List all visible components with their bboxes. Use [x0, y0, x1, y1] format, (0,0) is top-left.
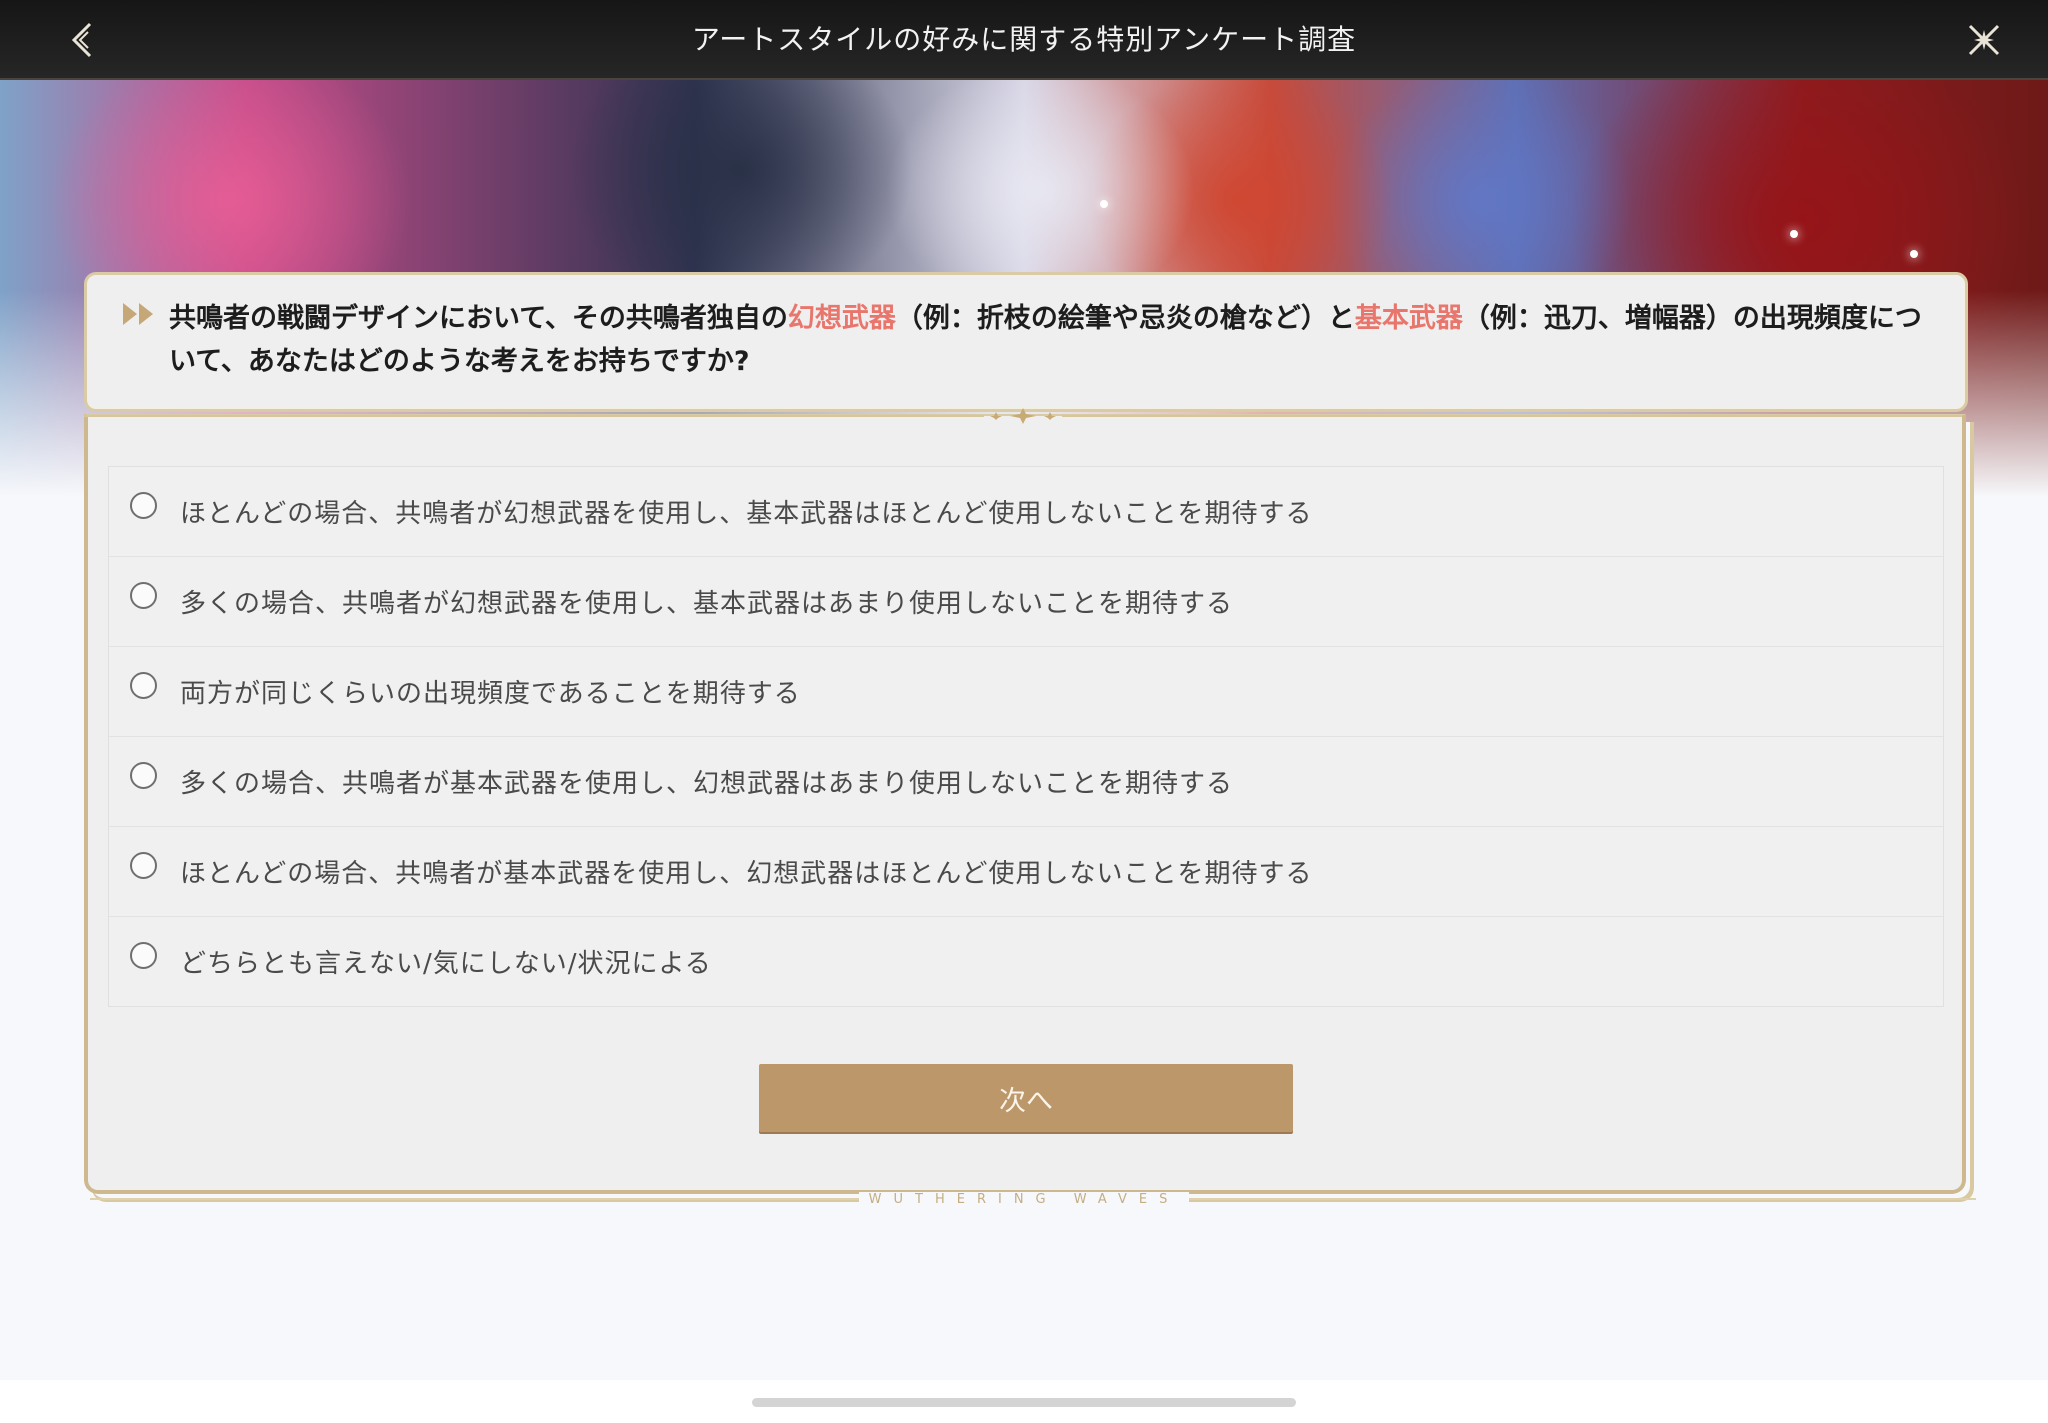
question-part: 共鳴者の戦闘デザインにおいて、その共鳴者独自の	[169, 303, 788, 334]
question-text: 共鳴者の戦闘デザインにおいて、その共鳴者独自の幻想武器（例：折枝の絵筆や忌炎の槍…	[169, 297, 1929, 383]
option-label: 多くの場合、共鳴者が幻想武器を使用し、基本武器はあまり使用しないことを期待する	[180, 589, 1234, 619]
option-row[interactable]: 多くの場合、共鳴者が基本武器を使用し、幻想武器はあまり使用しないことを期待する	[109, 737, 1943, 827]
sparkle-decoration	[1100, 200, 1108, 208]
option-row[interactable]: 多くの場合、共鳴者が幻想武器を使用し、基本武器はあまり使用しないことを期待する	[109, 557, 1943, 647]
option-label: どちらとも言えない/気にしない/状況による	[180, 949, 712, 979]
option-label: ほとんどの場合、共鳴者が基本武器を使用し、幻想武器はほとんど使用しないことを期待…	[180, 859, 1313, 889]
question-card: 共鳴者の戦闘デザインにおいて、その共鳴者独自の幻想武器（例：折枝の絵筆や忌炎の槍…	[84, 272, 1968, 412]
answer-panel: ほとんどの場合、共鳴者が幻想武器を使用し、基本武器はほとんど使用しないことを期待…	[84, 414, 1966, 1194]
highlight-fantasy-weapon: 幻想武器	[787, 303, 896, 334]
option-row[interactable]: 両方が同じくらいの出現頻度であることを期待する	[109, 647, 1943, 737]
page-title: アートスタイルの好みに関する特別アンケート調査	[691, 23, 1357, 56]
double-arrow-icon	[123, 303, 153, 325]
brand-text: WUTHERING WAVES	[858, 1192, 1190, 1207]
header-bar: アートスタイルの好みに関する特別アンケート調査	[0, 0, 2048, 80]
option-row[interactable]: ほとんどの場合、共鳴者が基本武器を使用し、幻想武器はほとんど使用しないことを期待…	[109, 827, 1943, 917]
brand-wordmark: WUTHERING WAVES	[0, 1192, 2048, 1207]
radio-button[interactable]	[130, 492, 157, 519]
sparkle-decoration	[1910, 250, 1918, 258]
question-part: （例：折枝の絵筆や忌炎の槍など）と	[895, 303, 1355, 334]
option-label: 両方が同じくらいの出現頻度であることを期待する	[180, 679, 801, 709]
option-label: ほとんどの場合、共鳴者が幻想武器を使用し、基本武器はほとんど使用しないことを期待…	[180, 499, 1313, 529]
radio-button[interactable]	[130, 852, 157, 879]
close-sparkle-icon	[1968, 24, 2000, 56]
home-indicator[interactable]	[752, 1398, 1296, 1407]
options-list: ほとんどの場合、共鳴者が幻想武器を使用し、基本武器はほとんど使用しないことを期待…	[108, 466, 1944, 1007]
radio-button[interactable]	[130, 762, 157, 789]
highlight-basic-weapon: 基本武器	[1354, 303, 1463, 334]
radio-button[interactable]	[130, 672, 157, 699]
radio-button[interactable]	[130, 942, 157, 969]
option-label: 多くの場合、共鳴者が基本武器を使用し、幻想武器はあまり使用しないことを期待する	[180, 769, 1234, 799]
divider-ornament	[84, 408, 1962, 424]
option-row[interactable]: どちらとも言えない/気にしない/状況による	[109, 917, 1943, 1006]
close-button[interactable]	[1962, 18, 2006, 62]
option-row[interactable]: ほとんどの場合、共鳴者が幻想武器を使用し、基本武器はほとんど使用しないことを期待…	[109, 467, 1943, 557]
next-button[interactable]: 次へ	[759, 1064, 1293, 1132]
sparkle-decoration	[1790, 230, 1798, 238]
radio-button[interactable]	[130, 582, 157, 609]
